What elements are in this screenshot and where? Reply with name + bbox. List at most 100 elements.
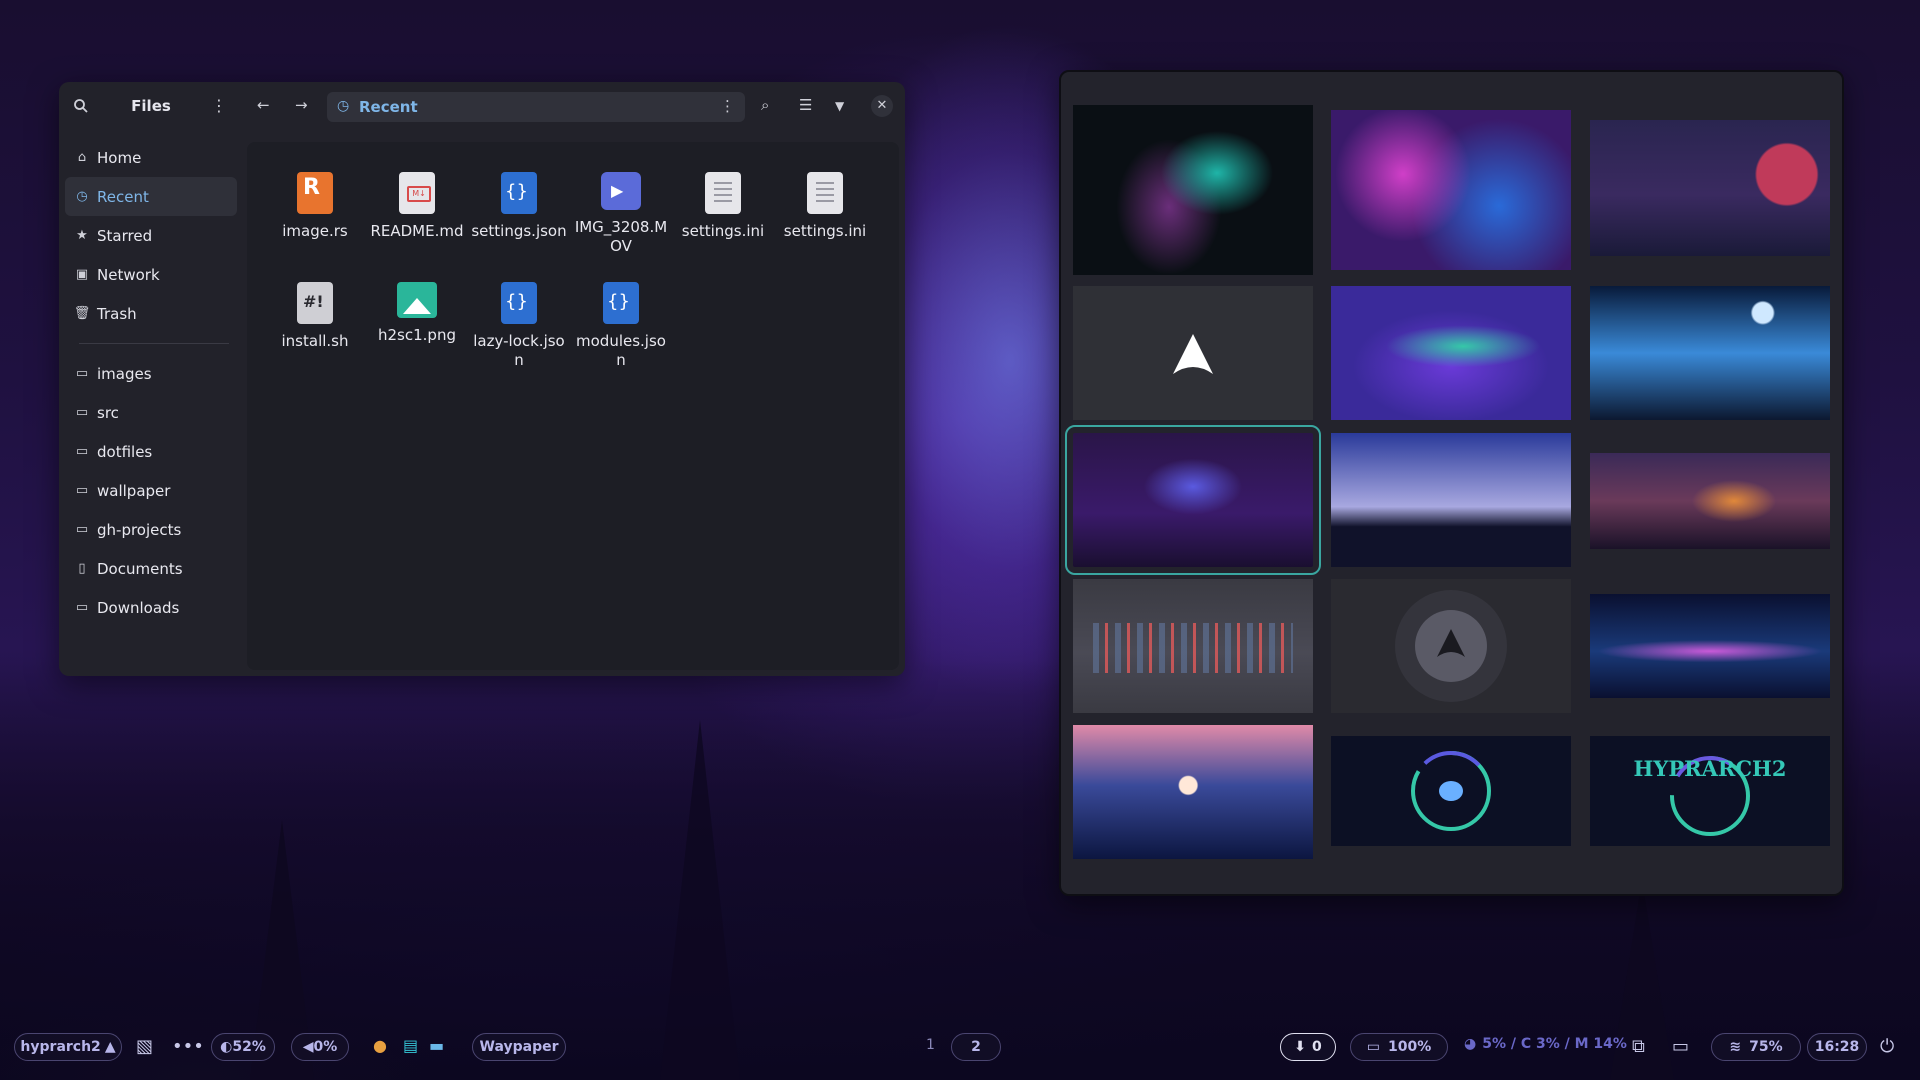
workspace-2-active[interactable]: 2 (951, 1033, 1001, 1061)
header-bar: ← → ◷ Recent ⋮ ⌕ ☰ ▼ ✕ (243, 82, 905, 132)
bookmark-label: gh-projects (97, 520, 182, 539)
wallpaper-thumbnail-selected[interactable] (1065, 425, 1321, 575)
power-icon[interactable]: ⏻ (1880, 1036, 1894, 1057)
file-item[interactable]: ▶ IMG_3208.MOV (573, 172, 669, 256)
wallpaper-thumbnail[interactable] (1331, 736, 1571, 846)
wallpaper-icon[interactable]: ▧ (136, 1036, 153, 1057)
wallpaper-thumbnail[interactable] (1073, 725, 1313, 859)
json-file-icon: {} (603, 282, 639, 324)
sidebar-item-trash[interactable]: 🗑 Trash (65, 294, 237, 333)
search-folder-icon[interactable]: ⌕ (761, 96, 769, 114)
tree-silhouette (660, 720, 740, 1080)
file-name: image.rs (282, 222, 348, 240)
workspace-1[interactable]: 1 (926, 1037, 935, 1053)
battery-widget[interactable]: ▭ 100% (1350, 1033, 1448, 1061)
sidebar-item-recent[interactable]: ◷ Recent (65, 177, 237, 216)
distro-label: hyprarch2 (20, 1039, 101, 1055)
sidebar-item-label: Home (97, 148, 142, 167)
bookmark-wallpaper[interactable]: ▭ wallpaper (65, 471, 237, 510)
wallpaper-thumbnail[interactable] (1331, 286, 1571, 420)
active-window[interactable]: Waypaper (472, 1033, 566, 1061)
bookmark-label: images (97, 364, 152, 383)
wallpaper-thumbnail[interactable] (1590, 286, 1830, 420)
folder-icon: ▭ (75, 522, 89, 537)
files-window: Files ⋮ ⌂ Home ◷ Recent ★ Starred ▣ Network … (59, 82, 905, 676)
file-name: README.md (370, 222, 464, 240)
location-menu-icon[interactable]: ⋮ (720, 97, 735, 115)
image-file-icon (397, 282, 437, 318)
folder-icon[interactable]: ▭ (1672, 1036, 1689, 1057)
notification-widget[interactable]: ⬇ 0 (1280, 1033, 1336, 1061)
notification-count: 0 (1311, 1039, 1322, 1055)
bookmark-gh-projects[interactable]: ▭ gh-projects (65, 510, 237, 549)
file-item[interactable]: R image.rs (267, 172, 363, 241)
close-icon[interactable]: ✕ (871, 95, 893, 117)
wallpaper-thumbnail[interactable] (1590, 120, 1830, 256)
volume-widget[interactable]: ◀ 0% (291, 1033, 349, 1061)
file-item[interactable]: {} modules.json (573, 282, 669, 370)
clipboard-icon[interactable]: ⧉ (1632, 1036, 1645, 1057)
list-view-icon[interactable]: ☰ (799, 96, 812, 114)
file-item[interactable]: {} settings.json (471, 172, 567, 241)
clock-widget[interactable]: 16:28 (1807, 1033, 1867, 1061)
wallpaper-thumbnail[interactable] (1073, 105, 1313, 275)
bookmark-documents[interactable]: ▯ Documents (65, 549, 237, 588)
bookmark-label: src (97, 403, 119, 422)
sidebar-item-network[interactable]: ▣ Network (65, 255, 237, 294)
json-file-icon: {} (501, 172, 537, 214)
bookmark-images[interactable]: ▭ images (65, 354, 237, 393)
chevron-down-icon[interactable]: ▼ (835, 99, 844, 113)
city-skyline (1093, 623, 1293, 673)
file-item[interactable]: settings.ini (777, 172, 873, 241)
folder-icon: ▭ (75, 483, 89, 498)
text-file-icon (807, 172, 843, 214)
sidebar-item-label: Network (97, 265, 160, 284)
file-item[interactable]: #! install.sh (267, 282, 363, 351)
ghost-logo-icon (1411, 751, 1491, 831)
wifi-widget[interactable]: ≋ 75% (1711, 1033, 1801, 1061)
menu-icon[interactable]: ⋮ (211, 96, 227, 115)
brightness-widget[interactable]: ◐ 52% (211, 1033, 275, 1061)
bookmark-downloads[interactable]: ▭ Downloads (65, 588, 237, 627)
wifi-icon: ≋ (1729, 1039, 1742, 1055)
volume-value: 0% (313, 1039, 338, 1055)
bookmark-label: dotfiles (97, 442, 153, 461)
folder-icon: ▭ (75, 444, 89, 459)
sidebar-item-starred[interactable]: ★ Starred (65, 216, 237, 255)
arch-logo-icon (1173, 334, 1213, 374)
file-grid: R image.rs M↓ README.md {} settings.json… (247, 142, 899, 670)
location-bar[interactable]: ◷ Recent ⋮ (327, 92, 745, 122)
bookmark-label: wallpaper (97, 481, 171, 500)
forward-icon[interactable]: → (295, 96, 308, 114)
bookmark-src[interactable]: ▭ src (65, 393, 237, 432)
trash-icon: 🗑 (73, 306, 91, 321)
bookmark-dotfiles[interactable]: ▭ dotfiles (65, 432, 237, 471)
file-item[interactable]: settings.ini (675, 172, 771, 241)
more-icon[interactable]: ••• (172, 1036, 204, 1057)
wallpaper-thumbnail[interactable] (1073, 286, 1313, 420)
text-file-icon (705, 172, 741, 214)
folder-icon[interactable]: ▬ (429, 1036, 444, 1055)
file-item[interactable]: {} lazy-lock.json (471, 282, 567, 370)
wallpaper-thumbnail[interactable] (1073, 579, 1313, 713)
markdown-file-icon: M↓ (399, 172, 435, 214)
wallpaper-thumbnail[interactable]: HYPRARCH2 (1590, 736, 1830, 846)
back-icon[interactable]: ← (257, 96, 270, 114)
file-item[interactable]: M↓ README.md (369, 172, 465, 241)
notification-icon: ⬇ (1294, 1039, 1306, 1055)
system-monitor[interactable]: ◕ 5% / C 3% / M 14% (1464, 1036, 1627, 1052)
video-file-icon: ▶ (601, 172, 641, 210)
wallpaper-thumbnail[interactable] (1590, 594, 1830, 698)
browser-icon[interactable]: ● (373, 1036, 387, 1055)
terminal-icon[interactable]: ▤ (403, 1036, 418, 1055)
wallpaper-thumbnail[interactable] (1331, 579, 1571, 713)
location-label: Recent (359, 98, 418, 116)
wallpaper-thumbnail[interactable] (1590, 453, 1830, 549)
file-name: IMG_3208.MOV (574, 218, 668, 255)
sidebar-item-home[interactable]: ⌂ Home (65, 138, 237, 177)
file-item[interactable]: h2sc1.png (369, 282, 465, 345)
distro-launcher[interactable]: hyprarch2 ▲ (14, 1033, 122, 1061)
wallpaper-thumbnail[interactable] (1331, 110, 1571, 270)
wallpaper-thumbnail[interactable] (1331, 433, 1571, 567)
wallpaper-picker-window: HYPRARCH2 (1059, 70, 1844, 896)
